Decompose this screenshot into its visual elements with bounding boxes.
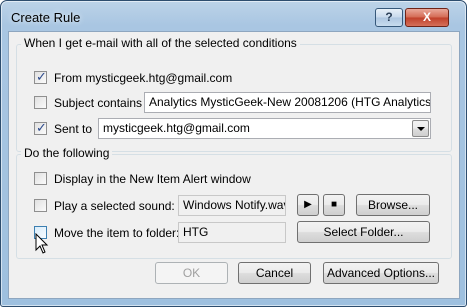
move-item-label[interactable]: Move the item to folder: [54, 226, 179, 240]
actions-group: Do the following Display in the New Item… [16, 146, 452, 259]
mouse-cursor-icon [35, 233, 49, 254]
chevron-down-icon[interactable] [412, 120, 429, 137]
subject-label[interactable]: Subject contains [54, 96, 142, 110]
cancel-button[interactable]: Cancel [238, 262, 311, 284]
conditions-group: When I get e-mail with all of the select… [16, 36, 452, 152]
subject-input[interactable]: Analytics MysticGeek-New 20081206 (HTG A… [144, 92, 431, 113]
subject-checkbox[interactable] [34, 96, 47, 109]
dialog-title: Create Rule [11, 10, 81, 25]
play-sound-label[interactable]: Play a selected sound: [54, 199, 175, 213]
play-sound-button[interactable]: ▶ [297, 194, 319, 216]
stop-icon: ■ [330, 199, 338, 210]
ok-button[interactable]: OK [155, 262, 228, 284]
create-rule-dialog: Create Rule ? X When I get e-mail with a… [0, 0, 467, 307]
sent-to-value: mysticgeek.htg@gmail.com [103, 121, 250, 135]
browse-button[interactable]: Browse... [356, 194, 430, 216]
close-button[interactable]: X [405, 8, 449, 27]
actions-legend: Do the following [21, 146, 113, 160]
from-label[interactable]: From mysticgeek.htg@gmail.com [54, 71, 232, 85]
from-checkbox[interactable] [34, 69, 47, 85]
sent-to-checkbox[interactable] [34, 120, 47, 136]
conditions-legend: When I get e-mail with all of the select… [21, 36, 300, 50]
folder-input[interactable]: HTG [178, 222, 286, 243]
title-bar[interactable]: Create Rule ? X [1, 1, 466, 31]
select-folder-button[interactable]: Select Folder... [297, 221, 430, 243]
display-alert-label[interactable]: Display in the New Item Alert window [54, 172, 251, 186]
dialog-body: When I get e-mail with all of the select… [8, 31, 460, 299]
stop-sound-button[interactable]: ■ [323, 194, 345, 216]
advanced-options-button[interactable]: Advanced Options... [323, 262, 439, 284]
sent-to-label[interactable]: Sent to [54, 122, 92, 136]
play-icon: ▶ [304, 199, 312, 210]
display-alert-checkbox[interactable] [34, 172, 47, 185]
play-sound-checkbox[interactable] [34, 199, 47, 212]
sent-to-combobox[interactable]: mysticgeek.htg@gmail.com [98, 118, 431, 139]
sound-file-input[interactable]: Windows Notify.wav [178, 195, 286, 216]
help-button[interactable]: ? [375, 8, 403, 27]
